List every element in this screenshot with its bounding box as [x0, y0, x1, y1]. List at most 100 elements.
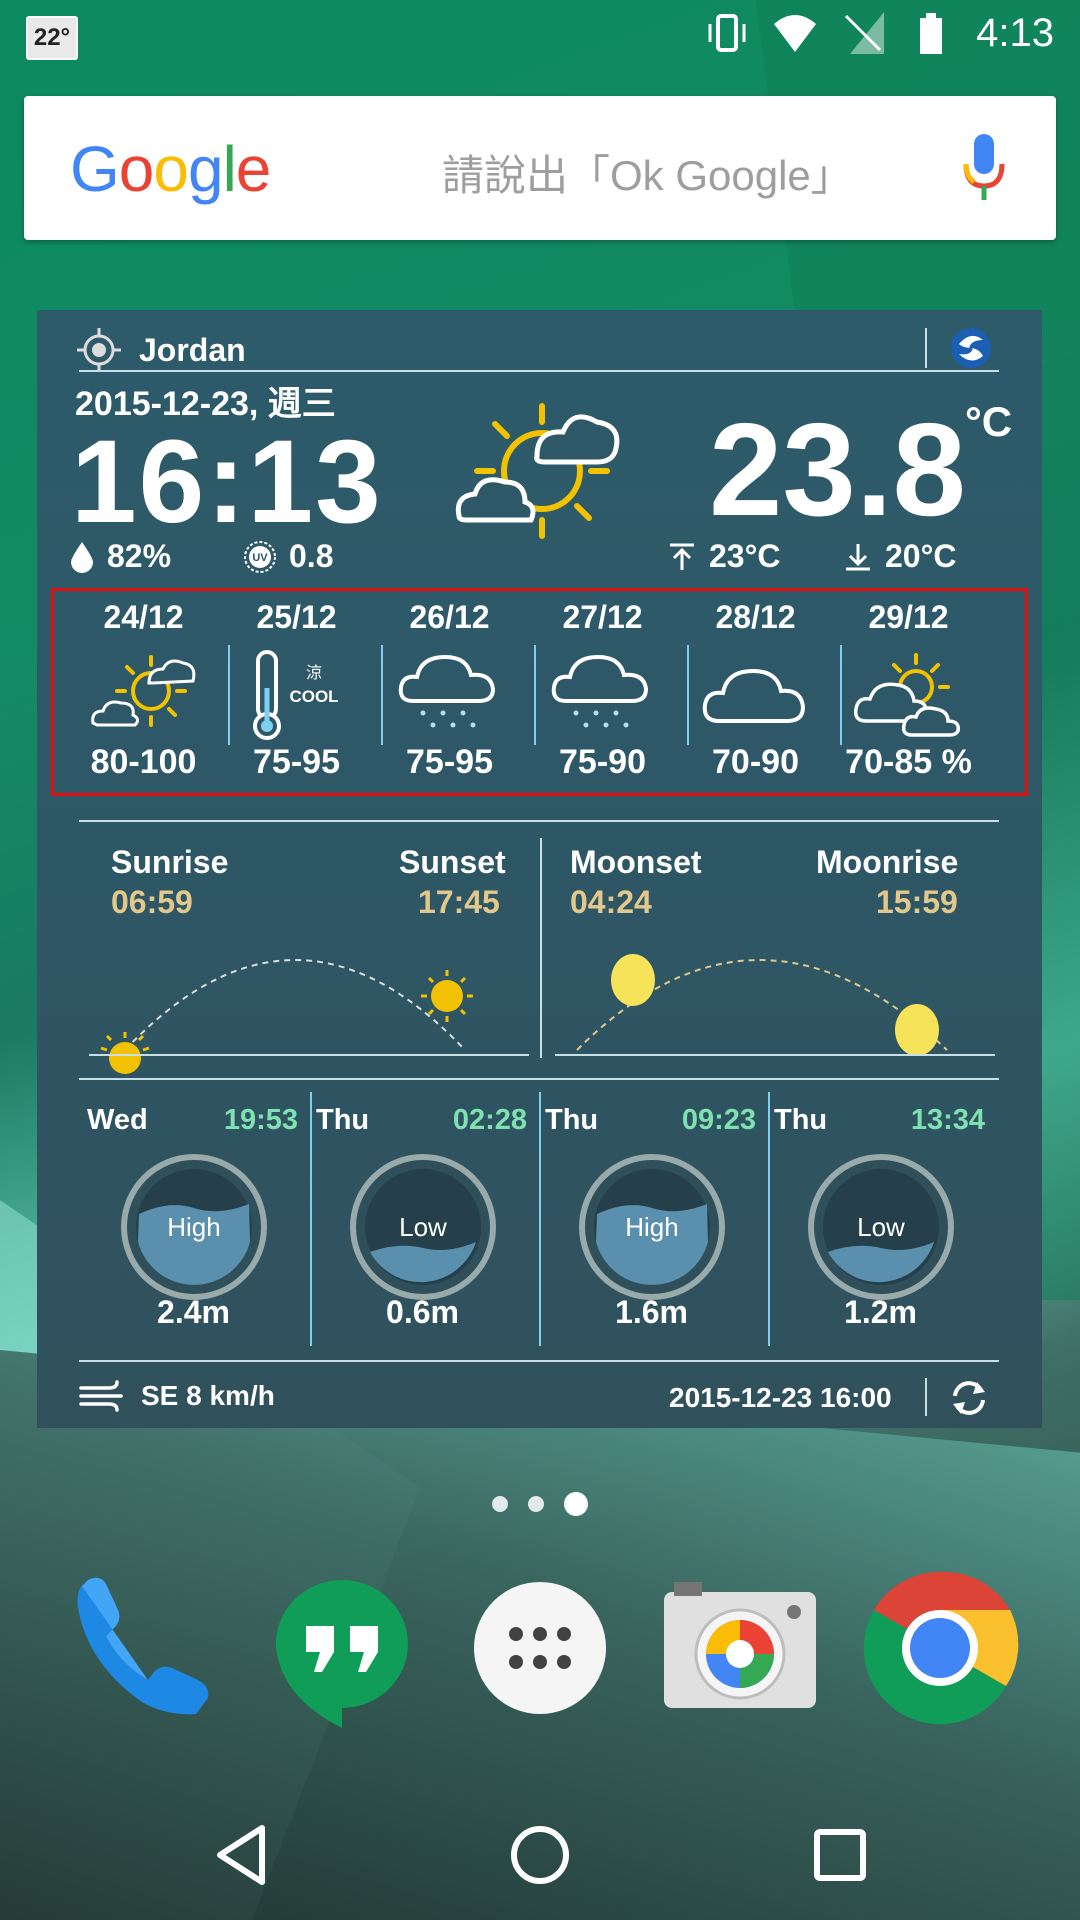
chrome-app-icon[interactable] [860, 1568, 1020, 1728]
rain-cloud-icon [551, 654, 649, 728]
tide-day: Thu [545, 1104, 599, 1136]
tide-height: 0.6m [386, 1294, 459, 1330]
forecast-humidity-range: 75-90 [559, 743, 646, 781]
recents-button[interactable] [805, 1820, 875, 1890]
divider [79, 370, 999, 372]
tide-time: 19:53 [223, 1104, 298, 1136]
min-temperature-value: 20°C [885, 538, 957, 574]
home-button[interactable] [505, 1820, 575, 1890]
tide-height: 2.4m [157, 1294, 230, 1330]
moon-path-arc [576, 954, 948, 1056]
forecast-humidity-range: 80-100 [90, 743, 197, 781]
battery-icon [920, 13, 943, 54]
status-clock: 4:13 [976, 10, 1054, 55]
svg-text:UV: UV [252, 552, 268, 564]
moonrise-moon-icon [895, 1004, 939, 1056]
tide-day: Wed [87, 1104, 148, 1136]
page-dot-active [564, 1492, 588, 1516]
uv-index: UV 0.8 [243, 538, 333, 575]
google-search-bar[interactable]: Google 請說出「Ok Google」 [24, 96, 1056, 240]
tide-high-gauge: High [121, 1154, 267, 1300]
forecast-day[interactable]: 26/12 75-95 [373, 591, 526, 793]
sunset-sun-icon [421, 970, 473, 1022]
rain-cloud-icon [398, 654, 496, 728]
humidity-drop-icon [71, 541, 93, 573]
forecast-date: 29/12 [868, 599, 949, 635]
tide-day: Thu [316, 1104, 370, 1136]
cloud-icon [702, 668, 806, 723]
clock-time[interactable]: 16:13 [71, 414, 383, 550]
forecast-humidity-range: 75-95 [253, 743, 340, 781]
tide-entry[interactable]: Thu 09:23 High 1.6m [537, 1090, 766, 1346]
wifi-icon [774, 15, 817, 52]
vibrate-icon [708, 14, 746, 52]
tide-entry[interactable]: Thu 13:34 Low 1.2m [766, 1090, 995, 1346]
uv-value: 0.8 [289, 538, 334, 574]
navigation-bar [0, 1780, 1080, 1920]
sunrise-label: Sunrise [111, 844, 229, 880]
thermometer-cool-icon: 涼 COOL [253, 650, 339, 740]
moonset-moon-icon [611, 954, 655, 1006]
phone-app-icon[interactable] [62, 1568, 222, 1728]
cool-label-en: COOL [289, 687, 338, 706]
location[interactable]: Jordan [77, 328, 246, 372]
temperature-notification-icon: 22° [26, 16, 78, 60]
sun-cloud-icon [91, 655, 196, 727]
tide-type: High [625, 1212, 678, 1242]
camera-app-icon[interactable] [660, 1568, 820, 1728]
horizon-line [89, 1054, 529, 1056]
forecast-day[interactable]: 24/12 80-100 [67, 591, 220, 793]
tide-type: High [167, 1212, 220, 1242]
sun-path-arc [100, 959, 473, 1074]
max-temperature: 23°C [667, 538, 781, 575]
forecast-strip[interactable]: 24/12 80-100 25/12 涼 COOL 75-95 26/12 75… [51, 588, 1028, 796]
sun-clouds-icon [854, 653, 961, 737]
sunset-label: Sunset [399, 844, 506, 880]
weather-widget[interactable]: Jordan 2015-12-23, 週三 16:13 23.8 °C 82% … [37, 310, 1042, 1428]
app-drawer-icon[interactable] [460, 1568, 620, 1728]
tide-type: Low [399, 1212, 447, 1242]
current-temperature: 23.8 [709, 396, 966, 543]
location-target-icon [77, 328, 121, 372]
forecast-date: 26/12 [409, 599, 490, 635]
min-temperature: 20°C [843, 538, 957, 575]
divider [925, 328, 927, 368]
divider [79, 820, 999, 822]
sunrise-sun-icon [100, 1032, 150, 1074]
forecast-day[interactable]: 28/12 70-90 [679, 591, 832, 793]
horizon-line [555, 1054, 995, 1056]
humidity: 82% [69, 538, 171, 575]
page-dot [492, 1496, 508, 1512]
tide-entry[interactable]: Thu 02:28 Low 0.6m [308, 1090, 537, 1346]
forecast-date: 28/12 [715, 599, 796, 635]
forecast-day[interactable]: 25/12 涼 COOL 75-95 [220, 591, 373, 793]
forecast-day[interactable]: 29/12 70-85 % [832, 591, 985, 793]
page-indicator [492, 1492, 588, 1516]
tide-height: 1.2m [844, 1294, 917, 1330]
search-hint: 請說出「Ok Google」 [442, 152, 853, 199]
forecast-day[interactable]: 27/12 75-90 [526, 591, 679, 793]
google-logo: Google [70, 133, 271, 205]
cool-label-cn: 涼 [306, 663, 322, 682]
page-dot [528, 1496, 544, 1512]
tide-time: 02:28 [452, 1104, 527, 1136]
moonset-label: Moonset [570, 844, 702, 880]
wind-info: SE 8 km/h [79, 1378, 275, 1414]
temperature-unit: °C [965, 398, 1013, 445]
refresh-icon[interactable] [947, 1376, 991, 1420]
tide-time: 13:34 [910, 1104, 985, 1136]
last-updated: 2015-12-23 16:00 [669, 1382, 892, 1413]
tide-entry[interactable]: Wed 19:53 High 2.4m [79, 1090, 308, 1346]
tide-high-gauge: High [579, 1154, 725, 1300]
status-bar: 22° 4:13 [0, 0, 1080, 74]
tide-type: Low [857, 1212, 905, 1242]
tide-height: 1.6m [615, 1294, 688, 1330]
back-button[interactable] [206, 1820, 276, 1890]
humidity-value: 82% [107, 538, 172, 574]
tide-low-gauge: Low [350, 1154, 496, 1300]
observatory-logo-icon[interactable] [949, 326, 993, 370]
microphone-icon[interactable] [962, 132, 1006, 204]
hangouts-app-icon[interactable] [262, 1568, 422, 1728]
arrow-up-icon [670, 543, 694, 570]
sun-cloud-icon [455, 403, 620, 539]
